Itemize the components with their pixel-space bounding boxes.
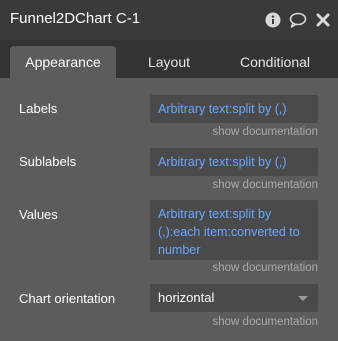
panel-title: Funnel2DChart C-1	[10, 10, 141, 27]
labels-field[interactable]: Arbitrary text:split by (,)	[150, 95, 318, 123]
chart-orientation-dropdown[interactable]: horizontal	[150, 284, 318, 312]
info-icon[interactable]	[264, 11, 282, 29]
values-field[interactable]: Arbitrary text:split by (,):each item:co…	[150, 200, 318, 260]
tab-conditional[interactable]: Conditional	[222, 46, 328, 78]
values-label: Values	[19, 207, 58, 222]
orientation-show-documentation[interactable]: show documentation	[213, 316, 318, 328]
comment-icon[interactable]	[289, 11, 307, 29]
chart-orientation-label: Chart orientation	[19, 291, 116, 306]
chart-orientation-value: horizontal	[158, 290, 215, 305]
chevron-down-icon	[298, 296, 308, 301]
tab-bar: Appearance Layout Conditional	[0, 40, 338, 78]
appearance-content: Labels Arbitrary text:split by (,) show …	[0, 78, 338, 341]
properties-panel: Funnel2DChart C-1 Appearance Layout Cond…	[0, 0, 338, 341]
title-icons	[264, 11, 332, 29]
labels-label: Labels	[19, 101, 58, 116]
sublabels-field[interactable]: Arbitrary text:split by (,)	[150, 148, 318, 176]
sublabels-show-documentation[interactable]: show documentation	[213, 179, 318, 191]
close-icon[interactable]	[314, 11, 332, 29]
values-show-documentation[interactable]: show documentation	[213, 262, 318, 274]
tab-layout[interactable]: Layout	[120, 46, 218, 78]
sublabels-label: Sublabels	[19, 154, 77, 169]
tab-appearance[interactable]: Appearance	[10, 46, 116, 78]
labels-show-documentation[interactable]: show documentation	[213, 126, 318, 138]
title-bar: Funnel2DChart C-1	[0, 0, 338, 40]
